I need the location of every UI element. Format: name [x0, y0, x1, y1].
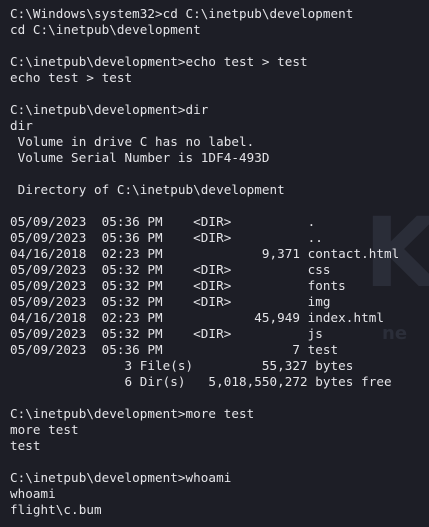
- terminal-line: 04/16/2018 02:23 PM 9,371 contact.html: [10, 246, 400, 261]
- terminal-line: 05/09/2023 05:32 PM <DIR> js: [10, 326, 323, 341]
- terminal-line: C:\inetpub\development>whoami: [10, 470, 232, 485]
- terminal-line: 05/09/2023 05:32 PM <DIR> img: [10, 294, 331, 309]
- terminal-line: 05/09/2023 05:36 PM 7 test: [10, 342, 339, 357]
- terminal-line: more test: [10, 422, 79, 437]
- terminal-line: 6 Dir(s) 5,018,550,272 bytes free: [10, 374, 392, 389]
- terminal-line: test: [10, 438, 41, 453]
- terminal-line: 05/09/2023 05:36 PM <DIR> .: [10, 214, 316, 229]
- terminal-line: Volume Serial Number is 1DF4-493D: [10, 150, 270, 165]
- terminal-line: C:\inetpub\development>dir: [10, 102, 209, 117]
- terminal-line: 04/16/2018 02:23 PM 45,949 index.html: [10, 310, 384, 325]
- terminal-line: 05/09/2023 05:32 PM <DIR> fonts: [10, 278, 346, 293]
- terminal-line: 05/09/2023 05:36 PM <DIR> ..: [10, 230, 323, 245]
- terminal-line: echo test > test: [10, 70, 133, 85]
- terminal-line: C:\inetpub\development>more test: [10, 406, 255, 421]
- terminal-line: dir: [10, 118, 33, 133]
- terminal-line: 3 File(s) 55,327 bytes: [10, 358, 354, 373]
- terminal-line: Directory of C:\inetpub\development: [10, 182, 285, 197]
- terminal-line: Volume in drive C has no label.: [10, 134, 255, 149]
- terminal-output: C:\Windows\system32>cd C:\inetpub\develo…: [10, 6, 399, 518]
- terminal-line: whoami: [10, 486, 56, 501]
- terminal-line: C:\Windows\system32>cd C:\inetpub\develo…: [10, 6, 354, 21]
- terminal-window[interactable]: K ne C:\Windows\system32>cd C:\inetpub\d…: [0, 0, 429, 527]
- terminal-line: C:\inetpub\development>echo test > test: [10, 54, 308, 69]
- terminal-line: flight\c.bum: [10, 502, 102, 517]
- terminal-line: cd C:\inetpub\development: [10, 22, 201, 37]
- terminal-line: 05/09/2023 05:32 PM <DIR> css: [10, 262, 331, 277]
